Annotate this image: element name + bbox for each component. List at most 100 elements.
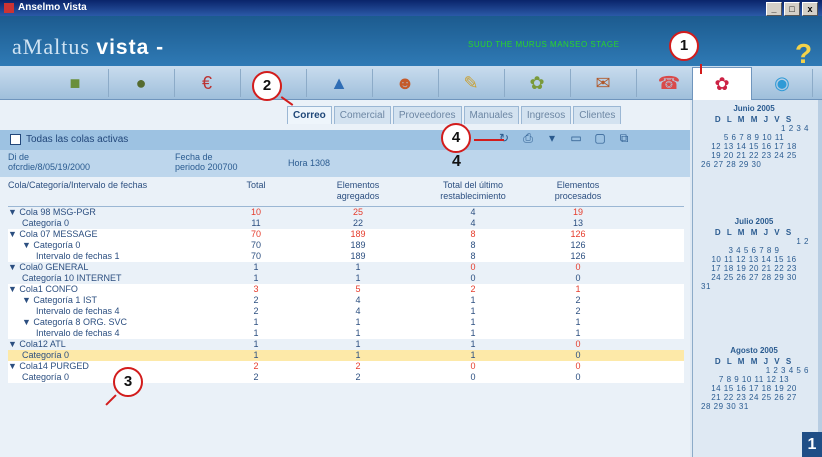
week-row[interactable]: 7 8 9 10 11 12 13: [693, 375, 815, 384]
row-value: 4: [470, 207, 476, 217]
table-row[interactable]: ▼ Categoría 0 70 189 8 126: [8, 240, 684, 251]
status-text: SUUD THE MURUS MANSEO STAGE: [468, 40, 620, 49]
filter-checkbox[interactable]: [10, 134, 21, 145]
col-total[interactable]: Total: [236, 180, 276, 191]
maximize-button[interactable]: □: [784, 2, 800, 16]
row-label: Intervalo de fechas 4: [36, 306, 120, 316]
notes-icon[interactable]: ✉: [570, 69, 637, 97]
window-controls: _ □ x: [766, 2, 818, 16]
table-row[interactable]: ▼ Cola14 PURGED 2 2 0 0: [8, 361, 684, 372]
row-value: 1: [253, 273, 259, 283]
table-row[interactable]: Categoría 0 1 1 1 0: [8, 350, 684, 361]
row-value: 1: [253, 350, 259, 360]
table-row[interactable]: ▼ Cola 98 MSG-PGR 10 25 4 19: [8, 207, 684, 218]
table-row[interactable]: Intervalo de fechas 4 1 1 1 1: [8, 328, 684, 339]
finance-icon[interactable]: €: [174, 69, 241, 97]
tab-correo[interactable]: Correo: [287, 106, 332, 124]
tab-comercial[interactable]: Comercial: [333, 106, 391, 124]
week-row[interactable]: 17 18 19 20 21 22 23: [693, 264, 815, 273]
settings-icon[interactable]: ✿: [504, 69, 571, 97]
brand-logo: aMaltus vista -: [12, 34, 164, 60]
row-value: 0: [470, 361, 476, 371]
callout-3: 3: [113, 367, 143, 397]
table-row[interactable]: ▼ Cola0 GENERAL 1 1 0 0: [8, 262, 684, 273]
row-value: 1: [355, 262, 361, 272]
week-row[interactable]: 10 11 12 13 14 15 16: [693, 255, 815, 264]
print-icon[interactable]: ⎙: [519, 131, 537, 147]
calendar-scrollbar[interactable]: [818, 100, 822, 457]
col-added[interactable]: Elementos agregados: [323, 180, 393, 202]
row-value: 1: [253, 317, 259, 327]
table-row[interactable]: ▼ Cola1 CONFO 3 5 2 1: [8, 284, 684, 295]
callout-4-arrow: [474, 139, 504, 141]
table-row[interactable]: ▼ Cola12 ATL 1 1 1 0: [8, 339, 684, 350]
world-icon[interactable]: ◉: [752, 69, 813, 97]
row-value: 1: [470, 317, 476, 327]
table-row[interactable]: ▼ Categoría 1 IST 2 4 1 2: [8, 295, 684, 306]
month-june: Junio 2005 D L M M J V S 1 2 3 4 5 6 7 8…: [693, 104, 815, 169]
week-row[interactable]: 19 20 21 22 23 24 25: [693, 151, 815, 160]
filter-icon[interactable]: ▾: [543, 131, 561, 147]
month-title: Agosto 2005: [730, 346, 778, 355]
table-row[interactable]: Intervalo de fechas 1 70 189 8 126: [8, 251, 684, 262]
table-row[interactable]: Categoría 0 2 2 0 0: [8, 372, 684, 383]
table-body: ▼ Cola 98 MSG-PGR 10 25 4 19 Categoría 0 11 22 4…: [8, 207, 684, 383]
day-header: D L M M J V S: [714, 228, 794, 237]
title-bar: Anselmo Vista _ □ x: [0, 0, 822, 16]
week-row[interactable]: 5 6 7 8 9 10 11: [693, 133, 815, 142]
week-row[interactable]: 31: [693, 282, 815, 291]
tab-proveedores[interactable]: Proveedores: [392, 106, 462, 124]
col-reset-total[interactable]: Total del último restablecimiento: [418, 180, 528, 202]
week-row[interactable]: 3 4 5 6 7 8 9: [693, 246, 815, 255]
week-row[interactable]: 1 2 3 4: [693, 124, 815, 133]
copy-icon[interactable]: ⧉: [615, 131, 633, 147]
row-value: 0: [470, 262, 476, 272]
tab-strip: Correo Comercial Proveedores Manuales In…: [287, 106, 623, 124]
table-row[interactable]: Categoría 10 INTERNET 1 1 0 0: [8, 273, 684, 284]
tab-ingresos[interactable]: Ingresos: [520, 106, 572, 124]
row-value: 3: [253, 284, 259, 294]
col-queue[interactable]: Cola/Categoría/Intervalo de fechas: [8, 180, 158, 191]
minimize-button[interactable]: _: [766, 2, 782, 16]
row-value: 2: [355, 372, 361, 382]
info-period: Fecha de periodo 200700: [175, 152, 238, 172]
row-value: 2: [575, 295, 581, 305]
tools-icon[interactable]: ✎: [438, 69, 505, 97]
row-label: Categoría 10 INTERNET: [22, 273, 122, 283]
row-value: 1: [470, 339, 476, 349]
new-page-icon[interactable]: ▭: [567, 131, 585, 147]
row-value: 2: [253, 295, 259, 305]
person-icon[interactable]: ☻: [372, 69, 439, 97]
row-value: 1: [470, 328, 476, 338]
window-icon[interactable]: ▢: [591, 131, 609, 147]
week-row[interactable]: 28 29 30 31: [693, 402, 815, 411]
row-label: ▼ Cola 07 MESSAGE: [8, 229, 98, 239]
week-row[interactable]: 14 15 16 17 18 19 20: [693, 384, 815, 393]
row-value: 4: [355, 295, 361, 305]
row-value: 1: [470, 295, 476, 305]
week-row[interactable]: 26 27 28 29 30: [693, 160, 815, 169]
table-row[interactable]: ▼ Categoría 8 ORG. SVC 1 1 1 1: [8, 317, 684, 328]
row-value: 5: [355, 284, 361, 294]
filter-toggle[interactable]: Todas las colas activas: [10, 134, 128, 145]
globe-icon[interactable]: ●: [108, 69, 175, 97]
modules-icon[interactable]: ■: [42, 69, 109, 97]
table-row[interactable]: ▼ Cola 07 MESSAGE 70 189 8 126: [8, 229, 684, 240]
page-badge: 1: [802, 432, 822, 457]
row-value: 1: [355, 273, 361, 283]
week-row[interactable]: 12 13 14 15 16 17 18: [693, 142, 815, 151]
close-button[interactable]: x: [802, 2, 818, 16]
row-value: 126: [570, 240, 586, 250]
week-row[interactable]: 24 25 26 27 28 29 30: [693, 273, 815, 282]
week-row[interactable]: 1 2: [693, 237, 815, 246]
tab-clientes[interactable]: Clientes: [573, 106, 622, 124]
row-value: 10: [250, 207, 261, 217]
table-row[interactable]: Categoría 0 11 22 4 13: [8, 218, 684, 229]
car-icon[interactable]: ▲: [306, 69, 373, 97]
week-row[interactable]: 21 22 23 24 25 26 27: [693, 393, 815, 402]
info-time: Hora 1308: [288, 158, 331, 168]
week-row[interactable]: 1 2 3 4 5 6: [693, 366, 815, 375]
table-row[interactable]: Intervalo de fechas 4 2 4 1 2: [8, 306, 684, 317]
tab-manuales[interactable]: Manuales: [463, 106, 519, 124]
col-processed[interactable]: Elementos procesados: [538, 180, 618, 202]
